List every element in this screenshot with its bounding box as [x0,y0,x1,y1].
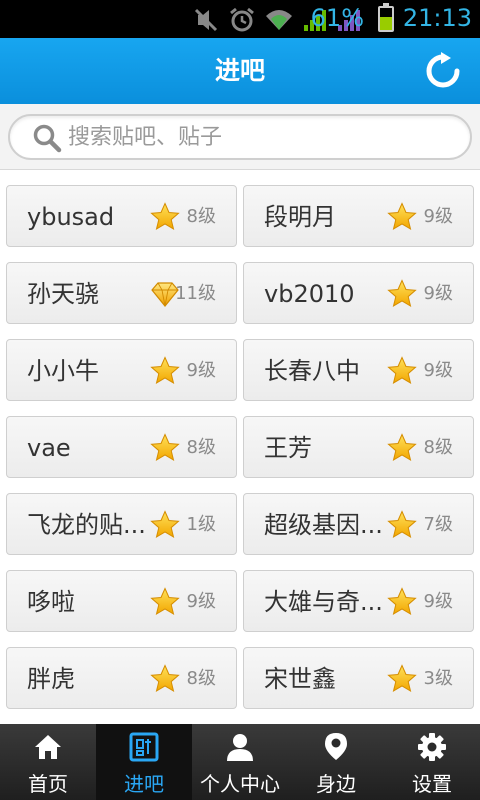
forum-card[interactable]: 大雄与奇... 9级 [243,570,474,632]
forum-name: ybusad [27,203,115,231]
battery-level [380,16,392,30]
forum-card[interactable]: vb2010 9级 [243,262,474,324]
star-icon [150,587,180,617]
forum-level: 9级 [423,283,453,304]
forum-card[interactable]: 王芳 8级 [243,416,474,478]
star-icon [150,664,180,694]
forum-level: 8级 [186,668,216,689]
forum-card[interactable]: 哆啦 9级 [6,570,237,632]
forum-name: 段明月 [264,203,336,231]
forum-card[interactable]: 超级基因... 7级 [243,493,474,555]
title-bar: 进吧 [0,38,480,104]
forum-name: 胖虎 [27,665,75,693]
person-icon [225,732,255,762]
forum-level: 8级 [186,437,216,458]
bottom-nav: 首页 进吧 个人中心 身边 设置 [0,724,480,800]
status-bar: 61% 21:13 [0,0,480,38]
forum-level: 8级 [186,206,216,227]
forum-name: vae [27,434,71,462]
forum-level: 9级 [423,591,453,612]
forum-name: 小小牛 [27,357,99,385]
star-icon [387,202,417,232]
forum-level: 9级 [423,206,453,227]
nav-label: 个人中心 [200,772,280,796]
location-icon [321,732,351,762]
forum-icon [129,732,159,762]
forum-name: 王芳 [264,434,312,462]
nav-item-gear[interactable]: 设置 [384,724,480,800]
star-icon [387,587,417,617]
forum-level: 7级 [423,514,453,535]
search-icon [33,124,62,153]
forum-card[interactable]: 段明月 9级 [243,185,474,247]
forum-name: 超级基因... [264,511,383,539]
forum-level: 9级 [423,360,453,381]
star-icon [150,433,180,463]
forum-list: ybusad 8级 段明月 9级 孙天骁 11级 vb2010 9级 小小牛 9级 长春八中 9级 va… [0,171,480,724]
search-box[interactable] [8,114,472,160]
star-icon [150,510,180,540]
forum-name: vb2010 [264,280,355,308]
star-icon [387,664,417,694]
forum-grid: ybusad 8级 段明月 9级 孙天骁 11级 vb2010 9级 小小牛 9级 长春八中 9级 va… [6,185,474,709]
forum-name: 宋世鑫 [264,665,336,693]
battery-icon [378,3,394,32]
search-area [0,104,480,170]
forum-level: 8级 [423,437,453,458]
gear-icon [417,732,447,762]
forum-name: 哆啦 [27,588,75,616]
star-icon [150,356,180,386]
search-input[interactable] [68,116,458,158]
forum-name: 孙天骁 [27,280,99,308]
clock: 21:13 [402,4,472,32]
nav-item-person[interactable]: 个人中心 [192,724,288,800]
nav-label: 首页 [28,772,68,796]
forum-card[interactable]: 孙天骁 11级 [6,262,237,324]
nav-item-location[interactable]: 身边 [288,724,384,800]
star-icon [387,510,417,540]
nav-label: 设置 [412,772,452,796]
battery-percent: 61% [310,4,364,32]
refresh-icon[interactable] [424,52,462,90]
forum-card[interactable]: 宋世鑫 3级 [243,647,474,709]
forum-level: 11级 [175,283,216,304]
nav-item-home[interactable]: 首页 [0,724,96,800]
forum-level: 3级 [423,668,453,689]
forum-card[interactable]: vae 8级 [6,416,237,478]
nav-label: 进吧 [124,772,164,796]
nav-item-forum[interactable]: 进吧 [96,724,192,800]
forum-card[interactable]: 小小牛 9级 [6,339,237,401]
alarm-icon [230,7,254,32]
page-title: 进吧 [214,56,265,85]
star-icon [387,433,417,463]
forum-card[interactable]: ybusad 8级 [6,185,237,247]
wifi-icon [266,10,292,30]
nav-label: 身边 [316,772,356,796]
forum-level: 9级 [186,360,216,381]
home-icon [33,732,63,762]
star-icon [150,202,180,232]
forum-level: 1级 [186,514,216,535]
star-icon [387,279,417,309]
forum-name: 长春八中 [264,357,360,385]
forum-name: 飞龙的贴... [27,511,146,539]
forum-card[interactable]: 胖虎 8级 [6,647,237,709]
forum-card[interactable]: 飞龙的贴... 1级 [6,493,237,555]
mute-icon [194,8,218,32]
forum-level: 9级 [186,591,216,612]
forum-card[interactable]: 长春八中 9级 [243,339,474,401]
forum-name: 大雄与奇... [264,588,383,616]
star-icon [387,356,417,386]
